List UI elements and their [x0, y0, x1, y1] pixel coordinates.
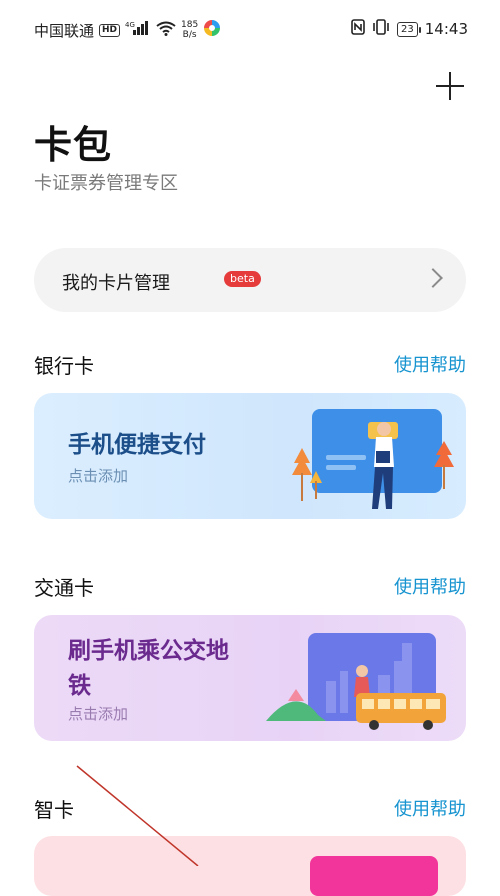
battery-icon: 23 [397, 21, 421, 37]
help-link-bank[interactable]: 使用帮助 [394, 351, 466, 377]
signal-icon: 4G [125, 21, 151, 39]
status-bar: 中国联通 HD 4G 185 B/s 23 14:43 [0, 0, 500, 56]
network-speed-value: 185 [181, 20, 199, 30]
chevron-right-icon [423, 268, 443, 288]
network-speed: 185 B/s [181, 20, 198, 40]
app-logo-icon [203, 19, 221, 41]
add-card-button[interactable] [434, 70, 466, 102]
bank-card-add[interactable]: 手机便捷支付 点击添加 [34, 393, 466, 519]
network-speed-unit: B/s [182, 30, 197, 40]
section-title-transit: 交通卡 [34, 576, 94, 600]
my-cards-management-label: 我的卡片管理 [62, 273, 170, 294]
smart-card-add[interactable] [34, 836, 466, 896]
beta-badge: beta [224, 271, 261, 287]
page-title: 卡包 [34, 123, 113, 167]
wifi-icon [156, 21, 176, 40]
status-right: 23 14:43 [351, 19, 468, 39]
vibrate-icon [372, 19, 390, 39]
transit-card-add[interactable]: 刷手机乘公交地 铁 点击添加 [34, 615, 466, 741]
section-title-smart: 智卡 [34, 798, 74, 822]
bank-card-title: 手机便捷支付 [68, 432, 206, 458]
page-subtitle: 卡证票券管理专区 [34, 173, 178, 194]
help-link-smart[interactable]: 使用帮助 [394, 795, 466, 821]
transit-card-illustration [266, 633, 446, 730]
bank-card-illustration [292, 409, 454, 509]
transit-card-subtitle: 点击添加 [68, 705, 129, 723]
network-type-label: 4G [125, 21, 135, 29]
smart-card-illustration [310, 856, 438, 896]
section-title-bank: 银行卡 [34, 354, 94, 378]
hd-icon: HD [99, 23, 121, 37]
transit-card-title-line2: 铁 [68, 673, 91, 699]
help-link-transit[interactable]: 使用帮助 [394, 573, 466, 599]
carrier-name: 中国联通 [34, 21, 95, 40]
nfc-icon [351, 19, 365, 39]
clock-time: 14:43 [424, 20, 468, 38]
status-left: 中国联通 HD 4G 185 B/s [34, 19, 221, 41]
bank-card-subtitle: 点击添加 [68, 467, 129, 485]
my-cards-management-row[interactable]: 我的卡片管理 beta [34, 248, 466, 312]
transit-card-title-line1: 刷手机乘公交地 [68, 638, 229, 664]
